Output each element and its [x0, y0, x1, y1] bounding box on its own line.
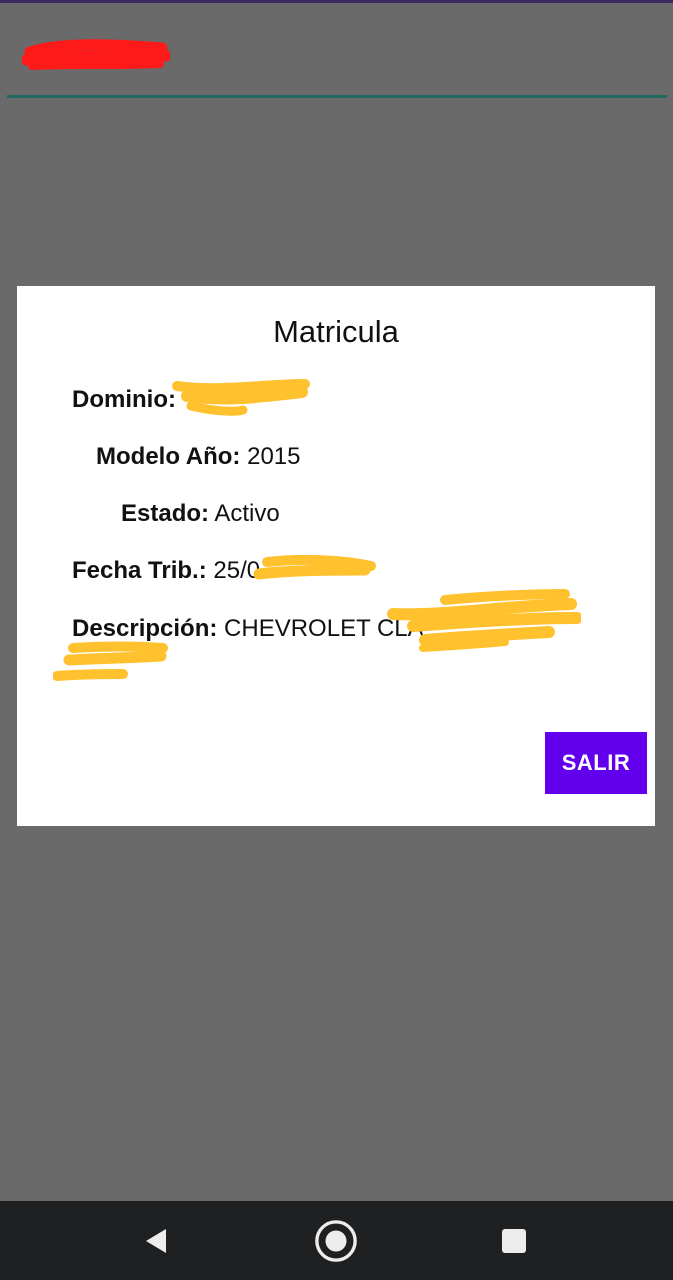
field-label: Dominio:	[72, 386, 176, 413]
home-icon	[315, 1220, 357, 1262]
field-value: Activo	[214, 500, 280, 527]
app-header	[0, 3, 673, 98]
salir-button[interactable]: SALIR	[545, 732, 647, 794]
redaction-mark	[53, 641, 168, 681]
field-value: 2015	[247, 443, 301, 470]
redaction-mark	[172, 379, 310, 416]
field-label: Fecha Trib.:	[72, 557, 207, 584]
android-navigation-bar	[0, 1201, 673, 1280]
back-icon	[146, 1229, 166, 1253]
redaction-mark	[253, 554, 376, 580]
dialog-title: Matricula	[273, 314, 399, 349]
field-label: Modelo Año:	[96, 443, 241, 470]
back-button[interactable]	[134, 1219, 178, 1263]
recents-icon	[502, 1229, 526, 1253]
app-screen: Matricula Dominio: Modelo Año: 2015 Esta…	[0, 0, 673, 1280]
matricula-dialog: Matricula Dominio: Modelo Año: 2015 Esta…	[17, 286, 655, 826]
field-label: Descripción:	[72, 615, 218, 642]
header-divider	[7, 95, 667, 98]
field-modelo-ano: Modelo Año: 2015	[96, 443, 300, 471]
home-button[interactable]	[314, 1219, 358, 1263]
field-estado: Estado: Activo	[121, 500, 280, 528]
field-descripcion: Descripción: CHEVROLET CLA	[72, 615, 424, 643]
redaction-mark	[22, 39, 170, 70]
redaction-mark	[387, 589, 581, 652]
field-dominio: Dominio:	[72, 386, 176, 414]
field-fecha-trib: Fecha Trib.: 25/0	[72, 557, 260, 585]
field-label: Estado:	[121, 500, 210, 527]
recents-button[interactable]	[492, 1219, 536, 1263]
